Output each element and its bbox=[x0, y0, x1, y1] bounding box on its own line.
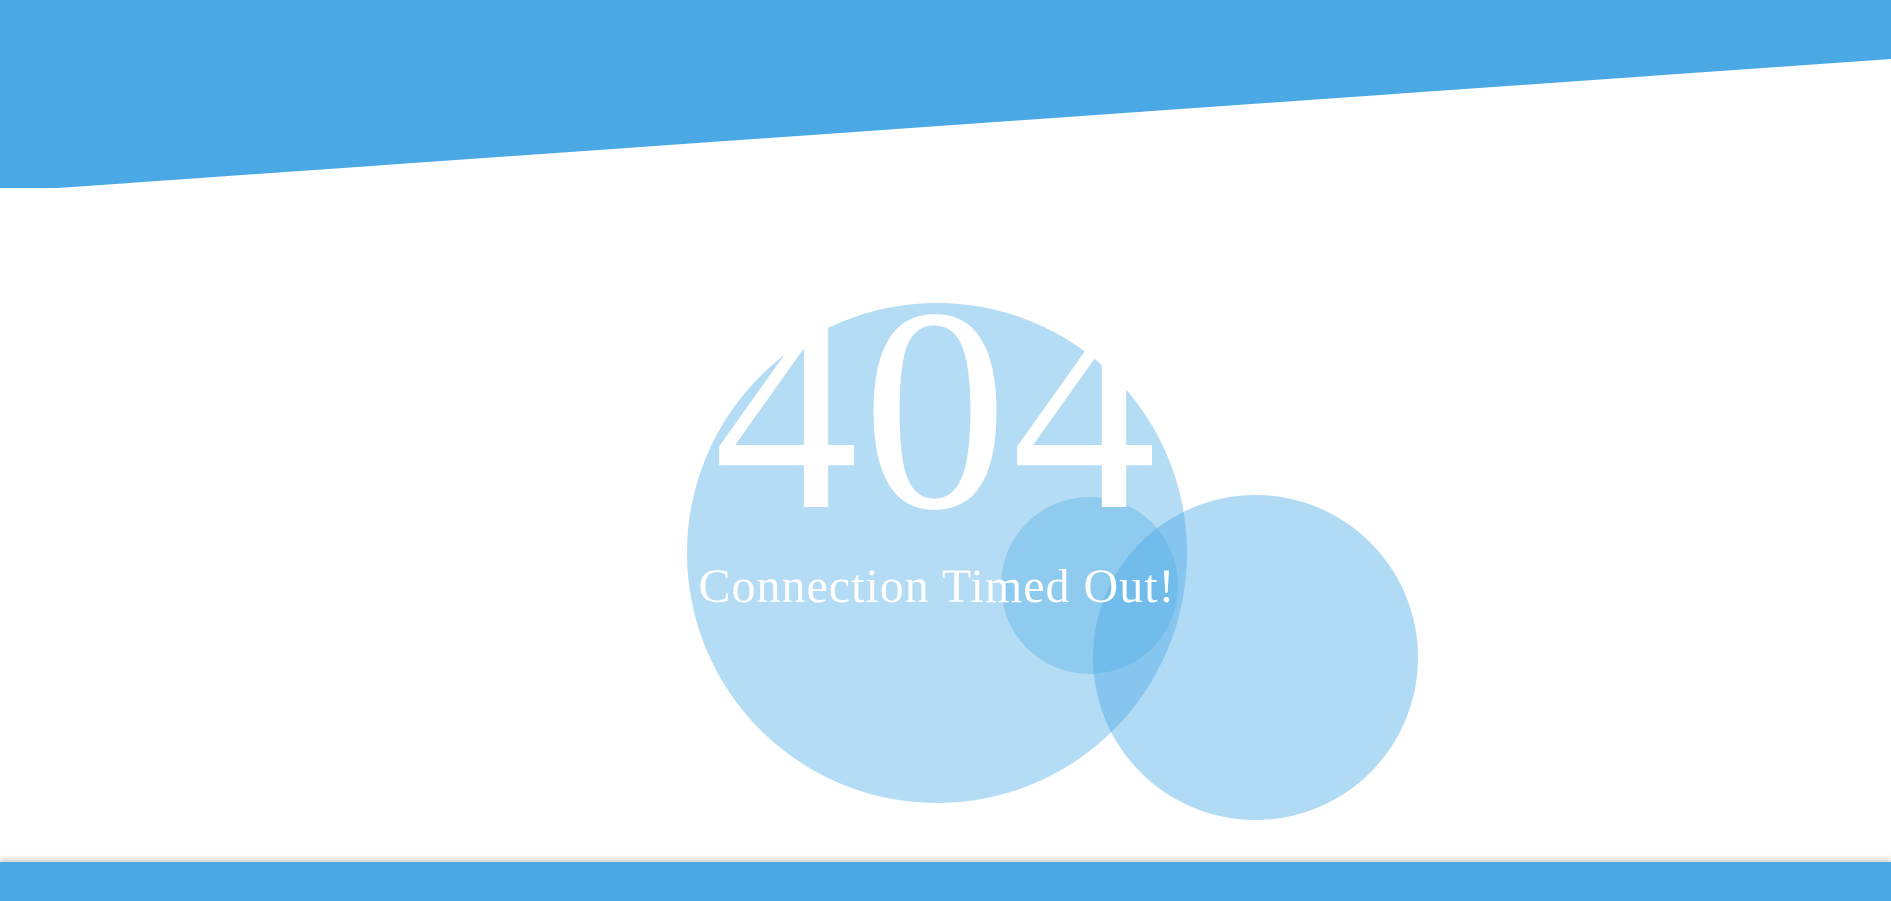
footer-bar bbox=[0, 862, 1891, 901]
error-code: 404 bbox=[713, 265, 1161, 525]
error-message: Connection Timed Out! bbox=[698, 560, 1176, 613]
header-banner bbox=[0, 0, 1891, 188]
